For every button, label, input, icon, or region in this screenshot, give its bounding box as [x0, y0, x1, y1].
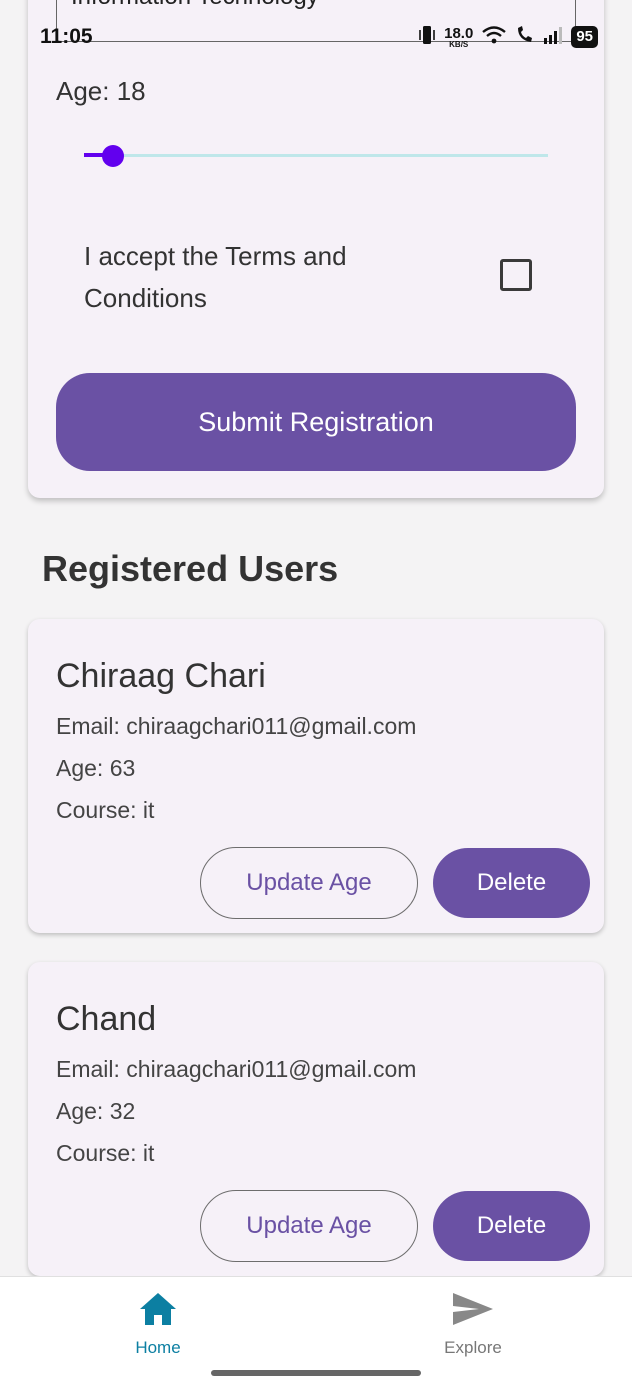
update-age-button[interactable]: Update Age	[200, 847, 418, 919]
user-course: Course: it	[56, 1140, 155, 1166]
network-speed-unit: KB/S	[449, 39, 469, 49]
user-age: Age: 63	[56, 755, 136, 781]
age-slider[interactable]	[84, 140, 548, 172]
vibrate-icon	[418, 24, 436, 51]
status-icons: 18.0 KB/S 95	[418, 24, 598, 50]
network-speed: 18.0 KB/S	[444, 26, 473, 49]
user-email: Email: chiraagchari011@gmail.com	[56, 1056, 417, 1082]
delete-button[interactable]: Delete	[433, 848, 590, 918]
user-age: Age: 32	[56, 1098, 136, 1124]
wifi-icon	[481, 25, 507, 50]
terms-checkbox[interactable]	[500, 259, 532, 291]
nav-item-explore[interactable]: Explore	[413, 1291, 533, 1358]
network-speed-value: 18.0	[444, 24, 474, 42]
age-label: Age: 18	[56, 76, 146, 106]
user-card: Chiraag Chari Email: chiraagchari011@gma…	[28, 619, 604, 933]
wifi-calling-icon	[515, 25, 535, 50]
status-time: 11:05	[40, 25, 93, 48]
user-card: Chand Email: chiraagchari011@gmail.com A…	[28, 962, 604, 1276]
home-icon	[138, 1291, 178, 1332]
status-bar: 11:05 18.0 KB/S 95	[0, 0, 632, 60]
delete-button[interactable]: Delete	[433, 1191, 590, 1261]
send-icon	[451, 1291, 495, 1332]
submit-registration-button[interactable]: Submit Registration	[56, 373, 576, 471]
user-name: Chand	[56, 1000, 157, 1038]
registered-users-title: Registered Users	[42, 548, 339, 589]
user-course: Course: it	[56, 797, 155, 823]
update-age-button[interactable]: Update Age	[200, 1190, 418, 1262]
user-email: Email: chiraagchari011@gmail.com	[56, 713, 417, 739]
age-slider-track	[84, 154, 548, 157]
signal-icon	[543, 26, 563, 49]
gesture-home-indicator[interactable]	[211, 1370, 421, 1376]
nav-item-home[interactable]: Home	[98, 1291, 218, 1358]
nav-label-home: Home	[135, 1338, 181, 1357]
user-name: Chiraag Chari	[56, 657, 266, 695]
age-slider-thumb[interactable]	[102, 145, 124, 167]
terms-label: I accept the Terms and Conditions	[84, 241, 347, 313]
nav-label-explore: Explore	[444, 1338, 502, 1357]
battery-indicator: 95	[571, 26, 598, 48]
